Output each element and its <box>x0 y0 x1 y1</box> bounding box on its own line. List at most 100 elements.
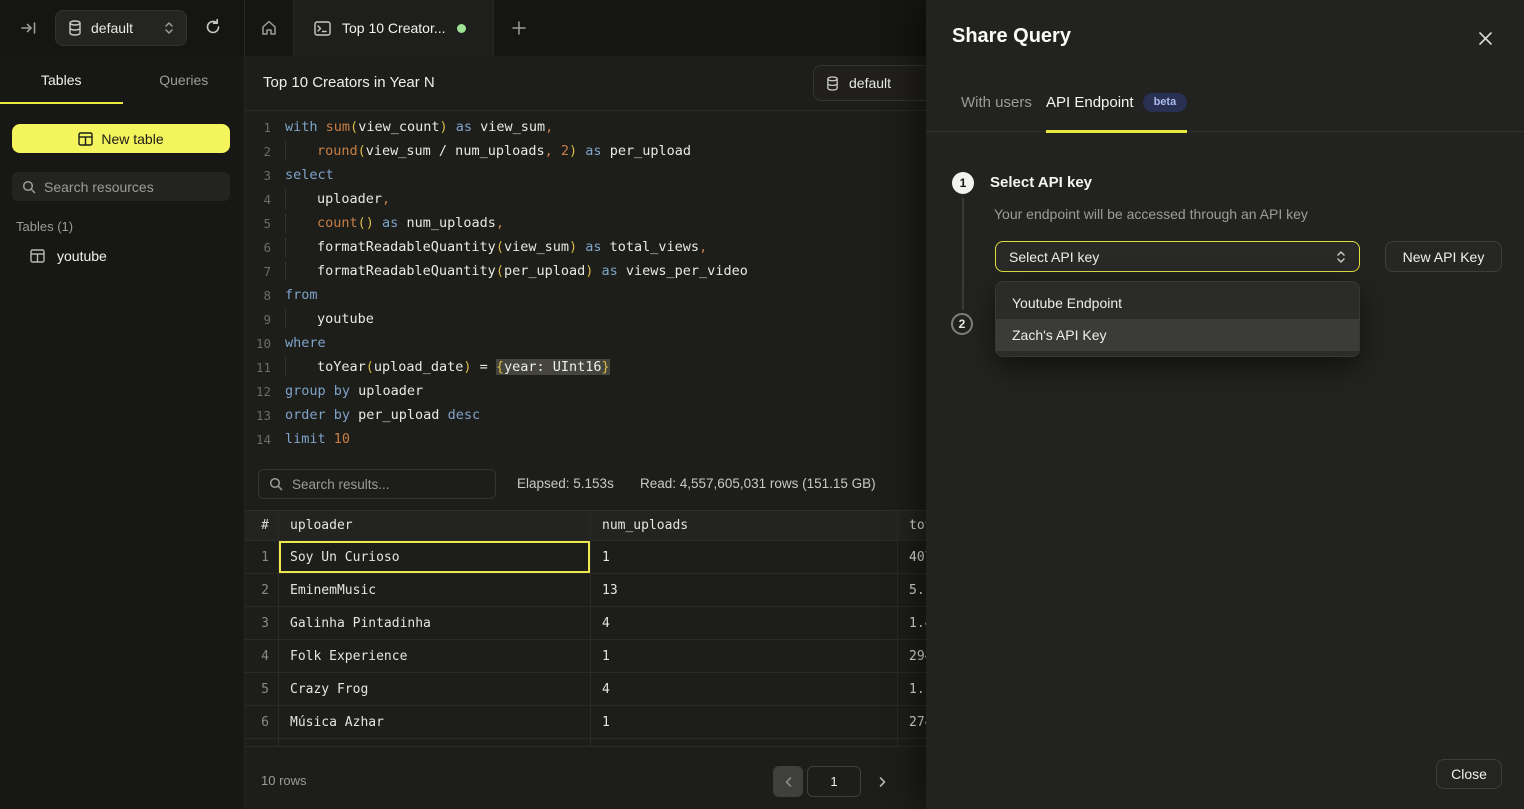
share-panel-title: Share Query <box>952 25 1071 48</box>
code-token <box>593 263 601 279</box>
new-tab-button[interactable] <box>493 0 545 56</box>
previous-page-button[interactable] <box>773 766 803 797</box>
code-line[interactable]: 2round(view_sum / num_uploads, 2) as per… <box>245 139 926 163</box>
code-line[interactable]: 9youtube <box>245 307 926 331</box>
code-text: where <box>285 335 326 351</box>
code-line[interactable]: 13order by per_upload desc <box>245 403 926 427</box>
code-line[interactable]: 7formatReadableQuantity(per_upload) as v… <box>245 259 926 283</box>
code-line[interactable]: 10where <box>245 331 926 355</box>
line-number: 4 <box>245 192 271 207</box>
query-title: Top 10 Creators in Year N <box>263 74 435 91</box>
query-tab[interactable]: Top 10 Creator... <box>294 0 493 56</box>
new-api-key-button[interactable]: New API Key <box>1385 241 1502 272</box>
uploader-cell[interactable]: Música Azhar <box>278 706 590 738</box>
num-uploads-cell[interactable]: 13 <box>590 574 897 606</box>
total-views-cell[interactable]: 5.1 <box>897 574 926 606</box>
close-icon[interactable] <box>1477 30 1494 47</box>
sql-editor[interactable]: 1with sum(view_count) as view_sum,2round… <box>245 115 926 451</box>
column-header-num-uploads[interactable]: num_uploads <box>590 511 897 540</box>
code-token <box>374 215 382 231</box>
code-line[interactable]: 6 formatReadableQuantity(view_sum) as tot… <box>245 235 926 259</box>
line-number: 2 <box>245 144 271 159</box>
code-line[interactable]: 5count() as num_uploads, <box>245 211 926 235</box>
code-text: formatReadableQuantity(view_sum) as tota… <box>285 239 707 255</box>
database-selector[interactable]: default <box>55 10 187 46</box>
uploader-cell[interactable]: Folk Experience <box>278 640 590 672</box>
row-count: 10 rows <box>261 773 307 788</box>
code-line[interactable]: 8from <box>245 283 926 307</box>
row-index-cell[interactable]: 4 <box>245 640 278 672</box>
new-table-button[interactable]: New table <box>12 124 230 153</box>
sidebar-toggle-icon[interactable] <box>20 19 38 37</box>
line-number: 7 <box>245 264 271 279</box>
code-text: limit 10 <box>285 431 350 447</box>
total-views-cell[interactable]: 407 <box>897 541 926 573</box>
code-line[interactable]: 12group by uploader <box>245 379 926 403</box>
total-views-cell[interactable]: 294 <box>897 640 926 672</box>
uploader-cell[interactable]: Soy Un Curioso <box>278 541 590 573</box>
indent-guide <box>285 237 286 257</box>
api-key-select[interactable]: Select API key <box>995 241 1360 272</box>
num-uploads-cell[interactable]: 1 <box>590 640 897 672</box>
close-button[interactable]: Close <box>1436 759 1502 789</box>
num-uploads-cell[interactable]: 4 <box>590 607 897 639</box>
uploader-cell[interactable]: Crazy Frog <box>278 673 590 705</box>
uploader-cell[interactable]: EminemMusic <box>278 574 590 606</box>
api-key-option[interactable]: Youtube Endpoint <box>996 287 1359 319</box>
row-index-cell[interactable]: 2 <box>245 574 278 606</box>
code-token: as <box>602 263 618 279</box>
code-line[interactable]: 1with sum(view_count) as view_sum, <box>245 115 926 139</box>
num-uploads-cell[interactable]: 4 <box>590 673 897 705</box>
step-1-title: Select API key <box>990 174 1092 191</box>
home-button[interactable] <box>245 0 293 56</box>
code-line[interactable]: 11toYear(upload_date) = {year: UInt16} <box>245 355 926 379</box>
row-index-cell[interactable]: 1 <box>245 541 278 573</box>
tab-with-users[interactable]: With users <box>961 73 1032 132</box>
api-key-option[interactable]: Zach's API Key <box>996 319 1359 351</box>
row-index-cell[interactable]: 6 <box>245 706 278 738</box>
row-index-cell[interactable]: 3 <box>245 607 278 639</box>
api-key-dropdown-menu: Youtube EndpointZach's API Key <box>995 281 1360 357</box>
query-title-bar: Top 10 Creators in Year N default <box>245 56 926 111</box>
indent-guide <box>285 213 286 233</box>
code-token: , <box>699 239 707 255</box>
total-views-cell[interactable]: 274 <box>897 706 926 738</box>
code-token: ) <box>569 239 577 255</box>
results-search-input[interactable]: Search results... <box>258 469 496 499</box>
row-index-cell[interactable]: 5 <box>245 673 278 705</box>
column-header-index[interactable]: # <box>245 511 278 540</box>
table-item-label: youtube <box>57 248 107 264</box>
results-search-placeholder: Search results... <box>292 477 390 492</box>
line-number: 11 <box>245 360 271 375</box>
tab-queries[interactable]: Queries <box>123 56 246 104</box>
column-header-total-views[interactable]: total_views <box>897 511 926 540</box>
uploader-cell[interactable]: Galinha Pintadinha <box>278 607 590 639</box>
total-views-cell[interactable]: 1.4 <box>897 607 926 639</box>
code-line[interactable]: 4uploader, <box>245 187 926 211</box>
line-number: 14 <box>245 432 271 447</box>
new-table-label: New table <box>101 131 163 147</box>
code-token: toYear <box>317 359 366 375</box>
resource-search-input[interactable]: Search resources <box>12 172 230 201</box>
column-header-uploader[interactable]: uploader <box>278 511 590 540</box>
code-token <box>326 431 334 447</box>
sidebar-item-youtube[interactable]: youtube <box>0 242 245 270</box>
code-token: formatReadableQuantity <box>317 239 496 255</box>
page-number-button[interactable]: 1 <box>807 766 861 797</box>
editor-database-selector[interactable]: default <box>813 65 926 101</box>
tab-api-endpoint[interactable]: API Endpoint beta <box>1046 73 1187 132</box>
code-token: , <box>382 191 390 207</box>
line-number: 1 <box>245 120 271 135</box>
num-uploads-cell[interactable]: 1 <box>590 541 897 573</box>
next-page-button[interactable] <box>869 766 895 797</box>
tab-tables[interactable]: Tables <box>0 56 123 104</box>
code-line[interactable]: 14 limit 10 <box>245 427 926 451</box>
code-token: per_upload <box>602 143 691 159</box>
editor-database-selector-value: default <box>849 75 891 91</box>
refresh-icon[interactable] <box>204 18 222 36</box>
code-text: count() as num_uploads, <box>285 215 504 231</box>
code-line[interactable]: 3select <box>245 163 926 187</box>
num-uploads-cell[interactable]: 1 <box>590 706 897 738</box>
total-views-cell[interactable]: 1.1 <box>897 673 926 705</box>
line-number: 6 <box>245 240 271 255</box>
